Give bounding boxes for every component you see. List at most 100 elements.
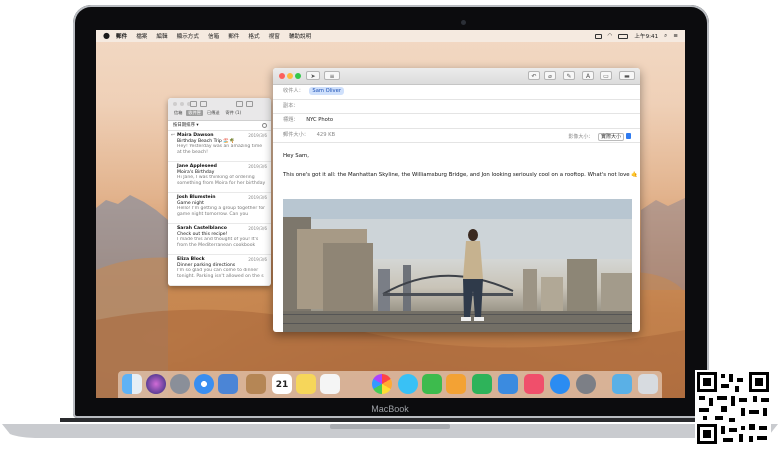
message-preview: Hi Jane, I was thinking of ordering some… (177, 175, 266, 186)
menu-items: 郵件 檔案 編輯 顯示方式 信箱 郵件 格式 視窗 輔助說明 (116, 30, 311, 42)
message-preview: I made this and thought of you! It's fro… (177, 237, 259, 248)
message-list-item[interactable]: Josh Blumstein 2019/3/6 Game night Hello… (168, 193, 271, 224)
clock[interactable]: 上午9:41 (634, 32, 658, 40)
zoom-button[interactable] (295, 73, 301, 79)
message-size-row: 郵件大小： 429 KB 影像大小： 實際大小 (273, 129, 640, 144)
header-fields-icon[interactable]: ≡ (324, 71, 340, 80)
menu-message[interactable]: 郵件 (228, 32, 239, 40)
message-greeting[interactable]: Hey Sam, (283, 153, 309, 159)
subject-field[interactable]: 標題： NYC Photo (273, 114, 640, 129)
keynote-icon[interactable] (498, 374, 518, 394)
reply-icon[interactable]: ↶ (528, 71, 540, 80)
window-controls (173, 102, 191, 106)
size-value: 429 KB (316, 131, 336, 138)
trash-icon[interactable] (246, 101, 253, 107)
siri-icon[interactable] (146, 374, 166, 394)
subject-label: 標題： (283, 117, 299, 123)
trash-icon[interactable] (638, 374, 658, 394)
chevron-updown-icon[interactable] (626, 133, 631, 139)
menu-mail[interactable]: 郵件 (116, 32, 127, 40)
cc-field[interactable]: 副本： (273, 100, 640, 114)
inbox-icon[interactable] (190, 101, 197, 107)
message-list-item[interactable]: ↩ Maira Dawson 2019/3/6 Birthday Beach T… (168, 131, 271, 162)
photos-icon[interactable] (372, 374, 392, 394)
mailbox-tabs: 信箱 收件匣 已傳送 寄件 (1) (172, 110, 243, 116)
calendar-icon[interactable]: 21 (272, 374, 292, 394)
message-date: 2019/3/6 (248, 195, 267, 200)
sort-dropdown[interactable]: 按日期排序 ▾ (173, 123, 199, 128)
pages-icon[interactable] (446, 374, 466, 394)
sort-bar: 按日期排序 ▾ (168, 121, 271, 131)
viewer-toolbar: 信箱 收件匣 已傳送 寄件 (1) (168, 98, 271, 121)
status-area: ◠ 上午9:41 ⌕ ≡ (594, 30, 678, 42)
close-button[interactable] (173, 102, 177, 106)
menu-edit[interactable]: 編輯 (156, 32, 167, 40)
wifi-icon[interactable]: ◠ (608, 33, 613, 39)
message-list-item[interactable]: Jane Appleseed 2019/3/6 Moira's Birthday… (168, 162, 271, 193)
filter-icon[interactable] (262, 123, 267, 128)
attachment-icon[interactable]: ⌀ (544, 71, 556, 80)
tab-mailboxes[interactable]: 信箱 (172, 110, 184, 116)
notes-icon[interactable] (246, 374, 266, 394)
launchpad-icon[interactable] (170, 374, 190, 394)
menu-view[interactable]: 顯示方式 (177, 32, 199, 40)
facetime-icon[interactable] (422, 374, 442, 394)
message-list-item[interactable]: Eliza Block 2019/3/6 Dinner parking dire… (168, 255, 271, 286)
stationery-icon[interactable]: ▬ (619, 71, 635, 80)
image-size-select[interactable]: 實際大小 (597, 132, 624, 141)
messages-icon[interactable] (398, 374, 418, 394)
stickies-icon[interactable] (296, 374, 316, 394)
menu-file[interactable]: 檔案 (136, 32, 147, 40)
format-icon[interactable]: A (582, 71, 594, 80)
cc-label: 副本： (283, 102, 299, 109)
brand-label: MacBook (371, 404, 409, 414)
finder-icon[interactable] (122, 374, 142, 394)
mail-photo-icon[interactable] (218, 374, 238, 394)
minimize-button[interactable] (287, 73, 293, 79)
dock: 21 (118, 371, 662, 398)
safari-icon[interactable] (194, 374, 214, 394)
minimize-button[interactable] (180, 102, 184, 106)
photo-browser-icon[interactable]: ▭ (600, 71, 612, 80)
message-body[interactable]: This one's got it all: the Manhattan Sky… (283, 172, 638, 178)
message-date: 2019/3/6 (248, 257, 267, 262)
tab-inbox[interactable]: 收件匣 (186, 110, 203, 116)
message-preview: Hey! Yesterday was an amazing time at th… (177, 144, 263, 155)
menu-mailbox[interactable]: 信箱 (208, 32, 219, 40)
control-icon[interactable]: ≡ (673, 33, 678, 39)
laptop-base-shape (2, 418, 778, 438)
qr-code-pattern (697, 372, 769, 444)
app-store-icon[interactable] (550, 374, 570, 394)
menu-bar: ● 郵件 檔案 編輯 顯示方式 信箱 郵件 格式 視窗 輔助說明 ◠ 上午9:4… (96, 30, 685, 42)
laptop-base: MacBook (0, 404, 780, 444)
spotlight-icon[interactable]: ⌕ (664, 33, 667, 40)
subject-value[interactable]: NYC Photo (306, 117, 333, 123)
message-date: 2019/3/6 (248, 226, 267, 231)
image-size-label: 影像大小： (568, 133, 594, 140)
send-icon[interactable]: ➤ (306, 71, 320, 80)
downloads-icon[interactable] (612, 374, 632, 394)
menu-window[interactable]: 視窗 (269, 32, 280, 40)
system-preferences-icon[interactable] (576, 374, 596, 394)
airplay-icon[interactable] (594, 33, 602, 39)
attached-photo[interactable] (283, 199, 632, 332)
menu-format[interactable]: 格式 (248, 32, 259, 40)
image-size-control: 影像大小： 實際大小 (568, 131, 631, 144)
menu-help[interactable]: 輔助說明 (289, 32, 311, 40)
apple-icon[interactable]: ● (103, 31, 110, 41)
close-button[interactable] (279, 73, 285, 79)
to-field[interactable]: 收件人： Sam Oliver (273, 85, 640, 100)
annotate-icon[interactable]: ✎ (563, 71, 575, 80)
rooftop-photo (283, 199, 632, 332)
message-date: 2019/3/6 (248, 164, 267, 169)
message-list-item[interactable]: Sarah Castelblanco 2019/3/6 Check out th… (168, 224, 271, 255)
music-icon[interactable] (524, 374, 544, 394)
battery-icon[interactable] (618, 33, 629, 39)
archive-icon[interactable] (236, 101, 243, 107)
recipient-token[interactable]: Sam Oliver (309, 87, 344, 95)
compose-icon[interactable] (200, 101, 207, 107)
tab-drafts[interactable]: 寄件 (1) (224, 110, 244, 116)
numbers-icon[interactable] (472, 374, 492, 394)
tab-sent[interactable]: 已傳送 (205, 110, 222, 116)
reminders-icon[interactable] (320, 374, 340, 394)
